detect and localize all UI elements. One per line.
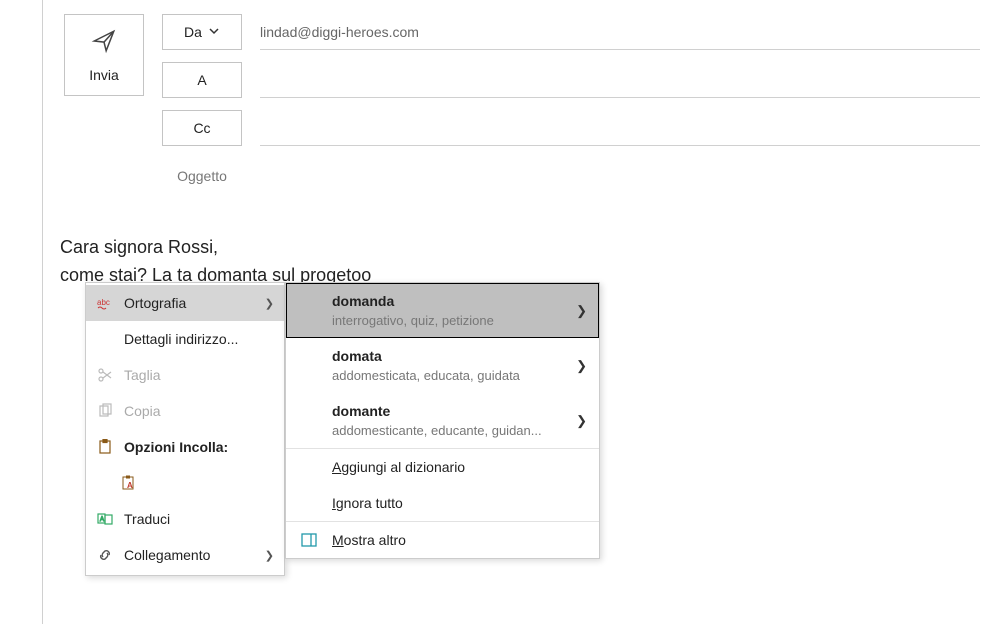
ctx-cut-label: Taglia (124, 367, 274, 383)
suggestion-word: domanda (332, 293, 576, 309)
from-label: Da (184, 24, 202, 40)
svg-text:A: A (100, 517, 104, 523)
cc-label: Cc (193, 120, 210, 136)
svg-text:abc: abc (97, 298, 110, 307)
svg-text:A: A (127, 481, 133, 490)
ctx-cut: Taglia (86, 357, 284, 393)
chevron-right-icon: ❯ (576, 358, 587, 374)
to-button[interactable]: A (162, 62, 242, 98)
from-row: Da (162, 14, 980, 50)
subject-label: Oggetto (162, 168, 242, 184)
header-fields: Da A Cc Oggetto (162, 14, 980, 194)
suggestion-word: domata (332, 348, 576, 364)
ctx-translate-label: Traduci (124, 511, 274, 527)
chevron-down-icon (208, 24, 220, 40)
ctx-paste-options: Opzioni Incolla: (86, 429, 284, 465)
copy-icon (96, 402, 114, 420)
body-line-1: Cara signora Rossi, (60, 234, 987, 262)
suggestion-word: domante (332, 403, 576, 419)
cc-field[interactable] (260, 110, 980, 146)
ctx-copy: Copia (86, 393, 284, 429)
from-field[interactable] (260, 14, 980, 50)
ctx-translate[interactable]: A Traduci (86, 501, 284, 537)
show-more-label: Mostra altro (332, 532, 406, 548)
ctx-address-label: Dettagli indirizzo... (124, 331, 274, 347)
scissors-icon (96, 366, 114, 384)
message-body[interactable]: Cara signora Rossi, come stai? La ta dom… (0, 194, 987, 290)
paste-keep-source-icon: A (120, 474, 138, 492)
chevron-right-icon: ❯ (576, 413, 587, 429)
suggestion-synonyms: interrogativo, quiz, petizione (332, 313, 576, 328)
ctx-paste-label: Opzioni Incolla: (124, 439, 274, 455)
suggestion-0[interactable]: domanda interrogativo, quiz, petizione ❯ (286, 283, 599, 338)
suggestion-1[interactable]: domata addomesticata, educata, guidata ❯ (286, 338, 599, 393)
send-button[interactable]: Invia (64, 14, 144, 96)
spelling-icon: abc (96, 294, 114, 312)
ctx-address-details[interactable]: Dettagli indirizzo... (86, 321, 284, 357)
vertical-rule (42, 0, 43, 624)
show-more[interactable]: Mostra altro (286, 522, 599, 558)
translate-icon: A (96, 510, 114, 528)
suggestion-synonyms: addomesticante, educante, guidan... (332, 423, 576, 438)
ctx-link-label: Collegamento (124, 547, 255, 563)
to-label: A (197, 72, 206, 88)
ctx-paste-keep-source[interactable]: A (86, 465, 284, 501)
blank-icon (96, 330, 114, 348)
compose-header: Invia Da A Cc Oggetto (0, 0, 987, 194)
link-icon (96, 546, 114, 564)
ctx-spelling-label: Ortografia (124, 295, 255, 311)
ignore-all-label: Ignora tutto (332, 495, 403, 511)
subject-row: Oggetto (162, 158, 980, 194)
from-button[interactable]: Da (162, 14, 242, 50)
subject-field[interactable] (260, 158, 980, 194)
ctx-copy-label: Copia (124, 403, 274, 419)
spelling-flyout: domanda interrogativo, quiz, petizione ❯… (285, 282, 600, 559)
panel-icon (300, 532, 318, 548)
clipboard-icon (96, 438, 114, 456)
cc-button[interactable]: Cc (162, 110, 242, 146)
add-to-dict-label: Aggiungi al dizionario (332, 459, 465, 475)
suggestion-synonyms: addomesticata, educata, guidata (332, 368, 576, 383)
chevron-right-icon: ❯ (265, 297, 274, 310)
chevron-right-icon: ❯ (576, 303, 587, 319)
context-menu: abc Ortografia ❯ Dettagli indirizzo... T… (85, 282, 285, 576)
cc-row: Cc (162, 110, 980, 146)
ctx-link[interactable]: Collegamento ❯ (86, 537, 284, 573)
to-field[interactable] (260, 62, 980, 98)
send-label: Invia (89, 67, 119, 83)
ctx-spelling[interactable]: abc Ortografia ❯ (86, 285, 284, 321)
suggestion-2[interactable]: domante addomesticante, educante, guidan… (286, 393, 599, 448)
send-icon (91, 28, 117, 57)
chevron-right-icon: ❯ (265, 549, 274, 562)
add-to-dictionary[interactable]: Aggiungi al dizionario (286, 449, 599, 485)
to-row: A (162, 62, 980, 98)
ignore-all[interactable]: Ignora tutto (286, 485, 599, 521)
